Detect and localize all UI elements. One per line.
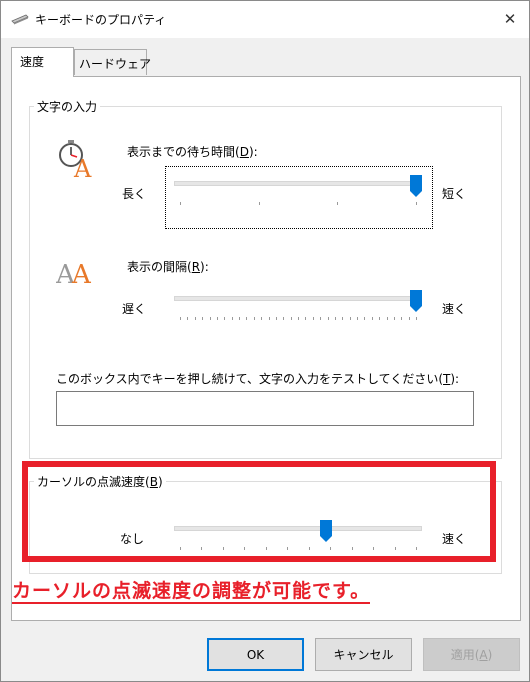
repeat-delay-slider[interactable] — [174, 175, 422, 205]
cancel-button[interactable]: キャンセル — [315, 638, 412, 671]
repeat-rate-right-label: 速く — [442, 302, 467, 316]
slider-tick — [261, 317, 263, 320]
slider-tick — [337, 202, 339, 205]
slider-tick — [275, 317, 277, 320]
repeat-rate-ticks — [180, 317, 417, 321]
repeat-rate-track — [174, 296, 422, 301]
cancel-button-label: キャンセル — [333, 648, 394, 662]
repeat-delay-right-label: 短く — [442, 187, 467, 201]
slider-tick — [416, 202, 417, 205]
repeat-delay-track — [174, 181, 422, 186]
slider-tick — [239, 317, 240, 320]
slider-tick — [393, 317, 395, 320]
tab-panel-speed: 文字の入力 A 表示までの待ち時間(D): 長く 短く A A 表示の間隔(R)… — [11, 76, 521, 621]
slider-tick — [202, 317, 204, 320]
slider-tick — [357, 317, 358, 320]
slider-tick — [364, 317, 366, 320]
slider-tick — [224, 317, 226, 320]
test-input-label: このボックス内でキーを押し続けて、文字の入力をテストしてください(T): — [56, 372, 460, 386]
slider-tick — [342, 317, 344, 320]
slider-tick — [386, 317, 388, 320]
slider-tick — [253, 317, 255, 320]
svg-text:A: A — [71, 260, 92, 287]
repeat-delay-label: 表示までの待ち時間(D): — [127, 145, 258, 159]
slider-tick — [408, 317, 410, 320]
ok-button[interactable]: OK — [207, 638, 304, 671]
slider-tick — [312, 317, 314, 320]
slider-tick — [416, 317, 417, 320]
highlight-box — [22, 461, 496, 562]
repeat-delay-ticks — [180, 202, 417, 206]
repeat-rate-thumb[interactable] — [410, 290, 422, 312]
slider-tick — [180, 202, 181, 205]
window-title: キーボードのプロパティ — [35, 13, 167, 27]
slider-tick — [371, 317, 373, 320]
keyboard-icon — [11, 12, 29, 26]
ok-button-label: OK — [246, 647, 265, 662]
slider-tick — [231, 317, 233, 320]
slider-tick — [216, 317, 218, 320]
apply-button-label: 適用(A) — [450, 648, 493, 662]
slider-tick — [327, 317, 329, 320]
tab-hardware-label: ハードウェア — [79, 57, 152, 71]
slider-tick — [283, 317, 285, 320]
repeat-rate-label: 表示の間隔(R): — [127, 260, 209, 274]
slider-tick — [268, 317, 270, 320]
repeat-delay-thumb[interactable] — [410, 175, 422, 197]
slider-tick — [194, 317, 196, 320]
slider-tick — [258, 202, 260, 205]
close-button[interactable]: ✕ — [497, 7, 523, 31]
repeat-rate-slider[interactable] — [174, 290, 422, 320]
tab-speed[interactable]: 速度 — [11, 47, 74, 77]
slider-tick — [209, 317, 211, 320]
title-bar[interactable]: キーボードのプロパティ ✕ — [1, 1, 529, 38]
slider-tick — [379, 317, 381, 320]
repeat-delay-icon: A — [56, 139, 98, 183]
char-input-group-label: 文字の入力 — [34, 98, 101, 115]
keyboard-properties-window: キーボードのプロパティ ✕ 速度 ハードウェア 文字の入力 A 表示までの待ち時… — [0, 0, 530, 682]
test-input[interactable] — [56, 391, 474, 426]
slider-tick — [401, 317, 403, 320]
slider-tick — [187, 317, 189, 320]
slider-tick — [290, 317, 292, 320]
slider-tick — [246, 317, 248, 320]
repeat-delay-left-label: 長く — [122, 187, 147, 201]
svg-text:A: A — [73, 155, 92, 179]
tab-speed-label: 速度 — [20, 55, 45, 69]
slider-tick — [180, 317, 181, 320]
repeat-rate-left-label: 遅く — [122, 302, 147, 316]
annotation-text: カーソルの点滅速度の調整が可能です。 — [12, 580, 371, 604]
close-icon: ✕ — [503, 10, 517, 28]
slider-tick — [349, 317, 351, 320]
tab-hardware[interactable]: ハードウェア — [74, 49, 151, 75]
repeat-rate-icon: A A — [55, 255, 100, 290]
apply-button[interactable]: 適用(A) — [423, 638, 520, 671]
slider-tick — [298, 317, 299, 320]
slider-tick — [334, 317, 336, 320]
slider-tick — [305, 317, 307, 320]
slider-tick — [320, 317, 322, 320]
